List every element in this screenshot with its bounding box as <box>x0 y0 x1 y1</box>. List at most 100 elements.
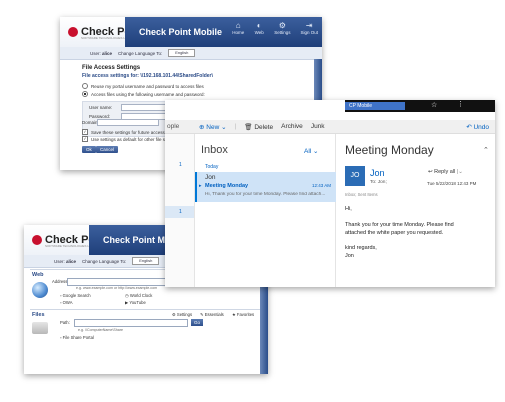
bookmark-icon[interactable]: ☆ <box>431 101 437 109</box>
nav-home[interactable]: ⌂Home <box>232 20 244 36</box>
language-select[interactable]: English <box>168 49 196 57</box>
command-bar: ople ⊕ New ⌄ | 🗑 Delete Archive Junk ↶ U… <box>165 120 495 134</box>
option-custom[interactable]: Access files using the following usernam… <box>82 91 205 97</box>
files-settings-link[interactable]: ⚙ Settings <box>172 312 192 317</box>
language-select[interactable]: English <box>132 257 160 265</box>
files-favorites-link[interactable]: ★ Favorites <box>232 312 254 317</box>
save-settings-row[interactable]: ✓ Save these settings for future access. <box>82 129 166 135</box>
path-label: Path: <box>60 320 70 325</box>
reading-subject: Meeting Monday <box>345 143 434 157</box>
settings-icon: ⚙ <box>278 20 286 30</box>
message-sender: Jon <box>205 174 216 181</box>
user-label: User: alice <box>90 50 113 56</box>
cancel-button[interactable]: Cancel <box>96 146 119 153</box>
globe-icon <box>32 282 48 298</box>
reading-folder: Inbox; Sent Items <box>345 192 378 197</box>
people-link[interactable]: ople <box>165 123 191 130</box>
settings-title: File Access Settings <box>82 65 141 71</box>
address-example: e.g. www.example.com or http://www.examp… <box>76 286 158 290</box>
files-section: Files ⚙ Settings ✎ Essentials ★ Favorite… <box>30 309 260 346</box>
language-label: Change Language To: <box>82 258 127 264</box>
reading-sender[interactable]: Jon <box>370 168 385 178</box>
path-input[interactable] <box>74 319 188 327</box>
logo-subtext: SOFTWARE TECHNOLOGIES LTD. <box>45 244 94 248</box>
reply-all-icon: ↩ <box>428 169 433 175</box>
menu-icon[interactable]: ⋮ <box>457 100 464 108</box>
message-list: Inbox All ⌄ Today Jon ▸ Meeting Monday 1… <box>195 134 336 287</box>
trash-icon: 🗑 <box>244 123 253 131</box>
body-regards: kind regards, <box>345 245 377 251</box>
checkpoint-logo-icon <box>68 27 78 37</box>
today-label: Today <box>205 164 219 170</box>
folder-count: 1 <box>179 162 182 168</box>
save-settings-checkbox[interactable]: ✓ <box>82 129 88 135</box>
body-signature: Jon <box>345 253 354 259</box>
files-header: Files <box>32 312 45 318</box>
undo-icon: ↶ <box>466 123 472 131</box>
reading-to: To: Jon; <box>370 180 387 185</box>
user-label: User: alice <box>54 258 77 264</box>
top-nav: ⌂Home ◐Web ⚙Settings ⇥Sign Out <box>232 20 318 36</box>
logo-subtext: SOFTWARE TECHNOLOGIES LTD. <box>81 36 130 40</box>
new-button[interactable]: ⊕ New ⌄ <box>199 123 227 131</box>
username-label: User name: <box>89 105 113 110</box>
language-label: Change Language To: <box>118 50 163 56</box>
delete-button[interactable]: 🗑 Delete <box>244 123 273 131</box>
user-bar: User: alice Change Language To: English <box>60 47 322 60</box>
body-line-2: attached the white paper you requested. <box>345 230 444 236</box>
path-example: e.g. \\ComputerName\Share <box>78 328 123 332</box>
radio-custom[interactable] <box>82 91 88 97</box>
link-google[interactable]: ▫ Google Search <box>60 293 91 298</box>
link-world-clock[interactable]: ◷ World Clock <box>125 293 152 298</box>
nav-web[interactable]: ◐Web <box>254 20 264 36</box>
option-reuse[interactable]: Reuse my portal username and password to… <box>82 83 204 89</box>
body-greeting: Hi, <box>345 206 352 212</box>
radio-reuse[interactable] <box>82 83 88 89</box>
web-icon: ◐ <box>256 20 262 30</box>
chevron-down-icon: ⌄ <box>221 123 227 131</box>
file-share-link[interactable]: ▫ File Share Portal <box>60 335 94 340</box>
reply-all-button[interactable]: ↩ Reply all |⌄ <box>428 169 463 175</box>
folder-count: 1 <box>179 209 182 215</box>
browser-top: CP Mobile ☆ ⋮ <box>165 100 495 120</box>
default-settings-checkbox[interactable]: ✓ <box>82 136 88 142</box>
chevron-down-icon: ⌄ <box>313 148 319 155</box>
plus-icon: ⊕ <box>199 123 205 131</box>
checkpoint-logo-icon <box>32 235 42 245</box>
default-settings-row[interactable]: ✓ Use settings as default for other file … <box>82 136 178 142</box>
separator: | <box>234 123 237 130</box>
outlook-window: CP Mobile ☆ ⋮ ople ⊕ New ⌄ | 🗑 Delete Ar… <box>165 100 495 287</box>
message-preview: Hi, Thank you for your time Monday. Plea… <box>205 192 326 197</box>
cp-mobile-tab[interactable]: CP Mobile <box>345 102 405 110</box>
ok-button[interactable]: Ok <box>82 146 96 153</box>
sign-out-icon: ⇥ <box>305 20 313 30</box>
chevron-down-icon: |⌄ <box>456 169 463 175</box>
body-line-1: Thank you for your time Monday. Please f… <box>345 222 454 228</box>
path-go-button[interactable]: Go <box>191 319 203 326</box>
files-essentials-link[interactable]: ✎ Essentials <box>200 312 224 317</box>
message-flag: ▸ <box>199 183 202 189</box>
junk-button[interactable]: Junk <box>311 123 325 130</box>
reading-date: Tue 5/22/2018 12:43 PM <box>427 181 477 186</box>
settings-target: File access settings for: \\192.168.101.… <box>82 73 213 79</box>
reading-pane: Meeting Monday ⌃ JO Jon To: Jon; ↩ Reply… <box>336 134 495 287</box>
folder-pane: 1 1 <box>165 134 195 287</box>
collapse-icon[interactable]: ⌃ <box>483 146 489 154</box>
cp-header: Check Point SOFTWARE TECHNOLOGIES LTD. C… <box>60 17 322 47</box>
inbox-title: Inbox <box>201 144 228 156</box>
home-icon: ⌂ <box>235 20 241 30</box>
message-subject: Meeting Monday <box>205 183 249 189</box>
web-header: Web <box>32 272 44 278</box>
nav-sign-out[interactable]: ⇥Sign Out <box>300 20 318 36</box>
avatar: JO <box>345 166 365 186</box>
link-owa[interactable]: ▫ OWA <box>60 300 73 305</box>
message-time: 12:43 AM <box>312 183 332 188</box>
domain-field[interactable] <box>97 119 159 126</box>
folder-icon <box>32 322 48 334</box>
undo-button[interactable]: ↶ Undo <box>466 123 489 131</box>
link-youtube[interactable]: ▶ YouTube <box>125 300 146 305</box>
archive-button[interactable]: Archive <box>281 123 303 130</box>
nav-settings[interactable]: ⚙Settings <box>274 20 290 36</box>
filter-all[interactable]: All ⌄ <box>304 147 319 155</box>
message-row[interactable]: Jon ▸ Meeting Monday 12:43 AM Hi, Thank … <box>195 172 336 202</box>
